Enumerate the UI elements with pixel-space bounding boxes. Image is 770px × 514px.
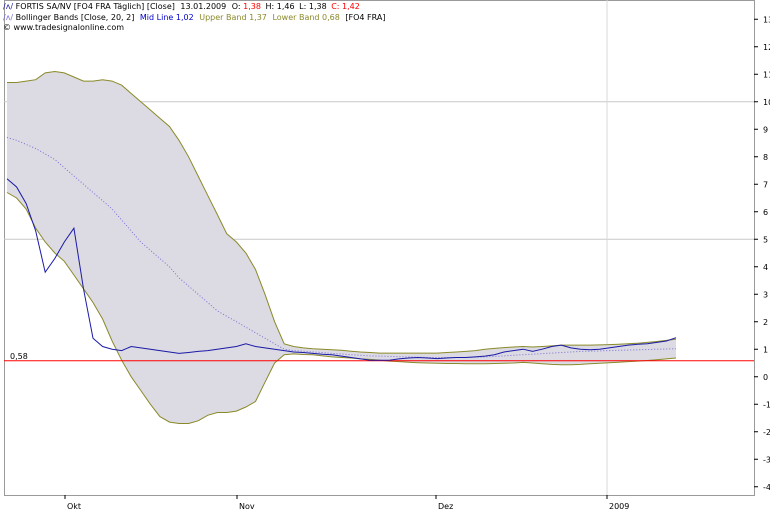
- legend-bollinger-suffix: [FO4 FRA]: [345, 13, 385, 22]
- x-tick-label: 2009: [609, 502, 629, 511]
- legend-date: 13.01.2009: [180, 2, 226, 11]
- y-tick-label: 12: [763, 43, 770, 52]
- y-tick-label: 11: [763, 70, 770, 79]
- y-tick-label: 4: [763, 263, 768, 272]
- y-tick-label: -4: [763, 483, 770, 492]
- legend-upper-label: Upper Band 1,37: [199, 13, 267, 22]
- y-tick-label: -2: [763, 428, 770, 437]
- legend-close-value: 1,42: [342, 2, 360, 11]
- y-tick-label: 9: [763, 125, 768, 134]
- legend-line-1: /ʌ/ FORTIS SA/NV [FO4 FRA Täglich] [Clos…: [3, 2, 360, 11]
- legend-line-3: © www.tradesignalonline.com: [3, 23, 124, 32]
- legend-high-label: H:: [266, 2, 275, 11]
- y-axis: 131211109876543210-1-2-3-4: [754, 15, 770, 492]
- y-tick-label: 10: [763, 98, 770, 107]
- y-tick-label: -3: [763, 455, 770, 464]
- copyright-icon: ©: [3, 23, 14, 32]
- y-tick-label: 8: [763, 153, 768, 162]
- legend-low-label: L:: [299, 2, 306, 11]
- y-tick-label: 6: [763, 208, 768, 217]
- price-line-icon: /ʌ/: [3, 2, 16, 11]
- y-tick-label: 3: [763, 290, 768, 299]
- legend-series-name: FORTIS SA/NV [FO4 FRA Täglich] [Close]: [16, 2, 175, 11]
- y-tick-label: 0: [763, 373, 768, 382]
- legend-bollinger-name: Bollinger Bands [Close, 20, 2]: [16, 13, 135, 22]
- y-tick-label: 2: [763, 318, 768, 327]
- legend-close-label: C:: [331, 2, 339, 11]
- y-tick-label: 1: [763, 345, 768, 354]
- y-tick-label: 7: [763, 180, 768, 189]
- legend-open-label: O:: [232, 2, 241, 11]
- y-tick-label: 5: [763, 235, 768, 244]
- x-axis: Okt Nov Dez 2009: [64, 495, 629, 511]
- chart-window: 0,58 131211109876543210-1-2-3-4 OktNovDe…: [0, 0, 770, 514]
- bollinger-chart: 0,58 131211109876543210-1-2-3-4 OktNovDe…: [3, 0, 770, 511]
- x-tick-label: Nov: [239, 502, 255, 511]
- legend-low-value: 1,38: [309, 2, 327, 11]
- bollinger-icon: /ʌ/: [3, 13, 16, 22]
- y-tick-label: -1: [763, 400, 770, 409]
- legend-mid-label: Mid Line 1,02: [140, 13, 194, 22]
- legend-line-2: /ʌ/ Bollinger Bands [Close, 20, 2] Mid L…: [3, 13, 386, 22]
- legend-open-value: 1,38: [243, 2, 261, 11]
- x-tick-label: Dez: [438, 502, 453, 511]
- legend-source-url: www.tradesignalonline.com: [14, 23, 125, 32]
- y-tick-label: 13: [763, 15, 770, 24]
- horizontal-reference-label: 0,58: [10, 352, 28, 361]
- legend-high-value: 1,46: [277, 2, 295, 11]
- x-tick-label: Okt: [67, 502, 81, 511]
- legend-lower-label: Lower Band 0,68: [272, 13, 339, 22]
